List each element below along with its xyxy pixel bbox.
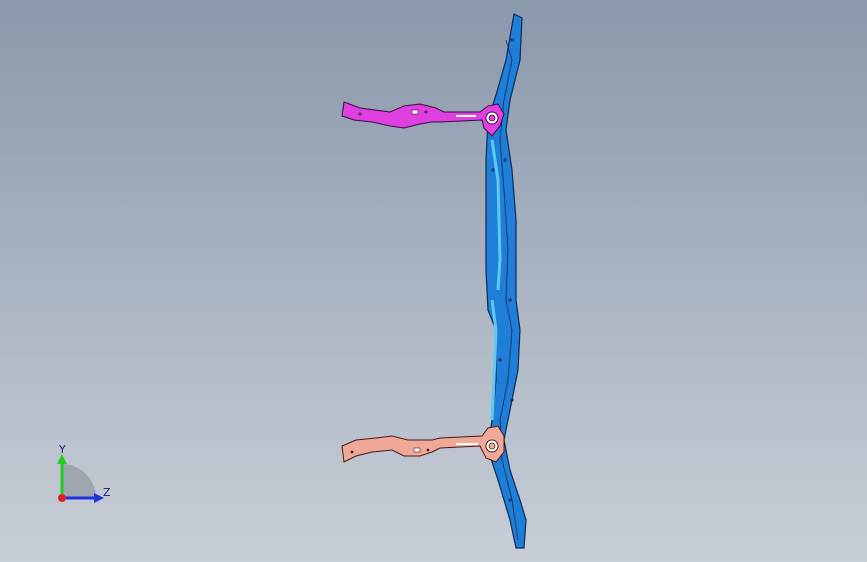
lower-bracket[interactable]: [341, 425, 505, 463]
triad-plane: [62, 464, 96, 498]
y-axis-label: Y: [59, 443, 66, 456]
z-axis-label: Z: [103, 486, 111, 499]
main-beam[interactable]: [485, 13, 527, 549]
cad-model[interactable]: [0, 0, 867, 562]
x-axis-dot: [58, 494, 66, 502]
graphics-viewport[interactable]: Y Z: [0, 0, 867, 562]
upper-bracket[interactable]: [341, 101, 505, 137]
